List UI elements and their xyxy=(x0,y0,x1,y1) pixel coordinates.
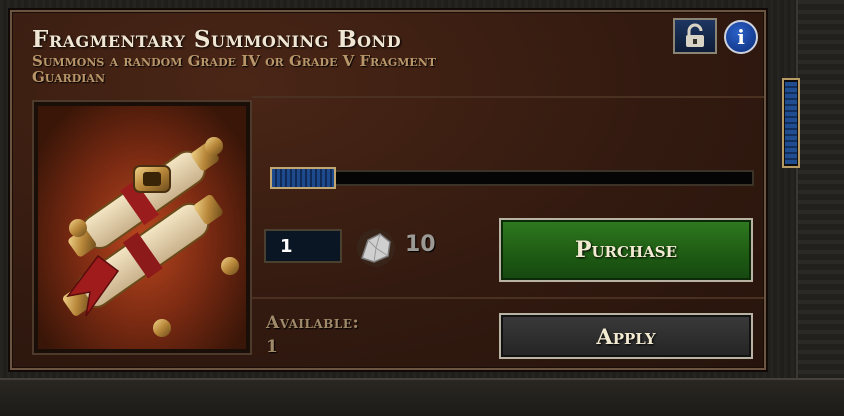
apply-button[interactable]: Apply xyxy=(499,313,753,359)
divider xyxy=(252,297,764,299)
divider xyxy=(252,96,764,98)
quantity-slider-track[interactable] xyxy=(270,170,754,186)
stone-shard-icon xyxy=(357,229,395,267)
scrollbar-thumb[interactable] xyxy=(785,82,797,164)
info-button[interactable]: i xyxy=(724,20,758,54)
item-description: Summons a random Grade IV or Grade V Fra… xyxy=(32,52,437,86)
item-image-frame xyxy=(32,100,252,355)
price-value: 10 xyxy=(405,232,436,257)
item-image xyxy=(38,106,246,349)
quantity-slider-handle[interactable] xyxy=(270,167,336,189)
item-title: Fragmentary Summoning Bond xyxy=(32,26,402,53)
price-currency xyxy=(354,228,398,268)
side-frame xyxy=(796,0,844,414)
padlock-open-icon xyxy=(686,23,704,47)
available-label: Available: xyxy=(266,313,360,333)
available-count: 1 xyxy=(266,337,278,357)
bottom-frame xyxy=(0,378,844,416)
summoning-scroll-icon xyxy=(62,137,239,337)
purchase-button[interactable]: Purchase xyxy=(499,218,753,282)
quantity-input[interactable] xyxy=(264,229,342,263)
info-icon: i xyxy=(737,25,745,49)
lock-button[interactable] xyxy=(673,18,717,54)
scrollbar[interactable] xyxy=(782,78,800,168)
